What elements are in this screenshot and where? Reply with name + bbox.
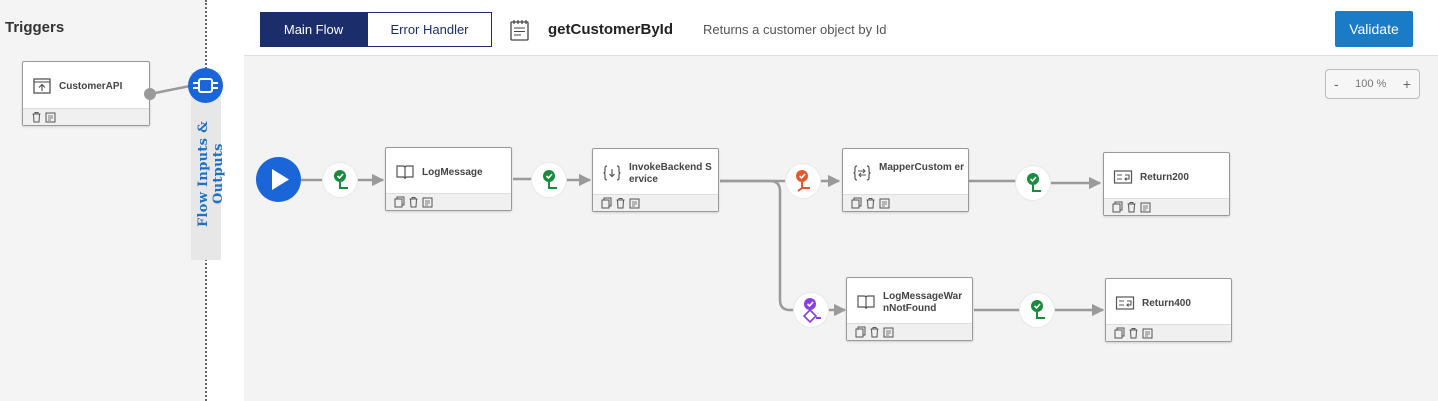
step-label: Return400: [1142, 298, 1191, 309]
condition-otherwise[interactable]: [794, 293, 828, 327]
condition-error[interactable]: [786, 164, 820, 198]
notes-icon[interactable]: [629, 197, 640, 209]
copy-icon[interactable]: [855, 326, 866, 338]
mapper-icon: [853, 165, 871, 181]
notes-icon[interactable]: [1142, 327, 1153, 339]
condition-success-2[interactable]: [532, 163, 566, 197]
invoke-service-icon: [603, 165, 621, 181]
connector-dot: [144, 88, 156, 100]
step-card-invokebackend[interactable]: InvokeBackend Service: [592, 148, 719, 212]
condition-success-4[interactable]: [1020, 293, 1054, 327]
step-card-mappercustomer[interactable]: MapperCustom er: [842, 148, 969, 212]
card-footer: [1104, 198, 1229, 215]
notes-icon[interactable]: [879, 197, 890, 209]
flow-io-node[interactable]: [188, 68, 223, 103]
copy-icon[interactable]: [1114, 327, 1125, 339]
step-label: LogMessageWar nNotFound: [883, 291, 963, 314]
return-icon: [1113, 170, 1133, 184]
copy-icon[interactable]: [601, 197, 612, 209]
card-footer: [1106, 324, 1231, 341]
branch-condition-icon: [796, 170, 810, 192]
trash-icon[interactable]: [869, 326, 880, 338]
card-footer: [843, 194, 968, 211]
trash-icon[interactable]: [1128, 327, 1139, 339]
step-card-logwarnnotfound[interactable]: LogMessageWar nNotFound: [846, 277, 973, 341]
trigger-connector: [149, 84, 191, 96]
step-label: MapperCustom er: [879, 162, 965, 173]
return-icon: [1115, 296, 1135, 310]
step-label: LogMessage: [422, 167, 483, 178]
condition-success-1[interactable]: [323, 163, 357, 197]
branch-condition-icon: [334, 170, 348, 189]
copy-icon[interactable]: [1112, 201, 1123, 213]
branch-condition-icon: [1031, 300, 1045, 319]
step-label: Return200: [1140, 172, 1189, 183]
step-card-logmessage[interactable]: LogMessage: [385, 147, 512, 211]
copy-icon[interactable]: [851, 197, 862, 209]
log-book-icon: [396, 165, 414, 180]
trash-icon[interactable]: [865, 197, 876, 209]
branch-condition-icon: [1027, 173, 1041, 192]
branch-condition-icon: [543, 170, 557, 189]
trash-icon[interactable]: [408, 196, 419, 208]
flow-designer: Triggers CustomerAPI Flow Inputs & Outpu…: [0, 0, 1438, 401]
card-footer: [847, 323, 972, 340]
trash-icon[interactable]: [1126, 201, 1137, 213]
step-label: InvokeBackend Service: [629, 162, 712, 185]
notes-icon[interactable]: [1140, 201, 1151, 213]
start-node[interactable]: [256, 157, 301, 202]
notes-icon[interactable]: [883, 326, 894, 338]
notes-icon[interactable]: [422, 196, 433, 208]
card-footer: [593, 194, 718, 211]
step-card-return200[interactable]: Return200: [1103, 152, 1230, 216]
flow-io-icon: [193, 78, 218, 93]
branch-condition-icon: [802, 298, 821, 324]
play-icon: [272, 169, 289, 190]
card-footer: [386, 193, 511, 210]
step-card-return400[interactable]: Return400: [1105, 278, 1232, 342]
condition-success-3[interactable]: [1016, 166, 1050, 200]
copy-icon[interactable]: [394, 196, 405, 208]
trash-icon[interactable]: [615, 197, 626, 209]
log-book-icon: [857, 295, 875, 310]
